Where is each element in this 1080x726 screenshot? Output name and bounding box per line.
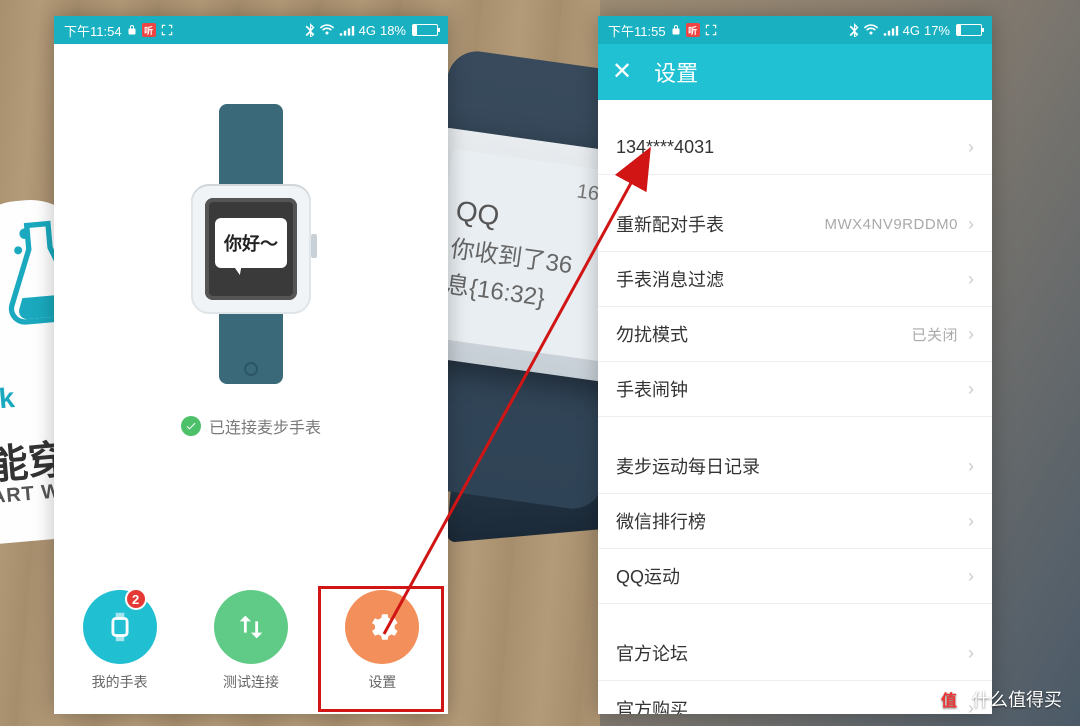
watch-preview-area: 你好～ 已连接麦步手表 xyxy=(54,44,448,476)
phone-screenshot-right: 下午11:55 听 4G 17% ✕ 设置 134****4031 › 重新配对… xyxy=(598,16,992,714)
nav-test-connection[interactable]: 测试连接 xyxy=(214,590,288,692)
chevron-right-icon: › xyxy=(968,269,974,290)
watermark-text: 什么值得买 xyxy=(972,686,1062,712)
chevron-right-icon: › xyxy=(968,137,974,158)
nav-settings[interactable]: 设置 xyxy=(345,590,419,692)
notification-badge: 2 xyxy=(125,588,147,610)
connection-text: 已连接麦步手表 xyxy=(209,414,321,438)
list-item-dnd[interactable]: 勿扰模式 已关闭 › xyxy=(598,307,992,362)
sync-icon xyxy=(214,590,288,664)
watermark-badge: 值 xyxy=(934,684,964,714)
watch-illustration: 你好～ xyxy=(181,104,321,384)
nav-my-watch[interactable]: 2 我的手表 xyxy=(83,590,157,692)
wifi-icon xyxy=(863,24,879,36)
chevron-right-icon: › xyxy=(968,456,974,477)
battery-percent: 17% xyxy=(924,23,950,38)
close-button[interactable]: ✕ xyxy=(612,60,632,84)
title-bar: ✕ 设置 xyxy=(598,44,992,100)
battery-icon xyxy=(956,24,982,36)
status-time: 下午11:54 xyxy=(64,21,122,40)
bottom-nav: 2 我的手表 测试连接 设置 xyxy=(54,574,448,714)
list-item-daily-record[interactable]: 麦步运动每日记录 › xyxy=(598,439,992,494)
connection-status: 已连接麦步手表 xyxy=(181,414,321,438)
nav-label: 我的手表 xyxy=(92,672,148,692)
chevron-right-icon: › xyxy=(968,511,974,532)
nav-label: 测试连接 xyxy=(223,672,279,692)
chevron-right-icon: › xyxy=(968,324,974,345)
list-item-wechat-rank[interactable]: 微信排行榜 › xyxy=(598,494,992,549)
watermark: 值 什么值得买 xyxy=(934,684,1062,714)
lock-icon xyxy=(126,24,138,36)
signal-type: 4G xyxy=(359,23,376,38)
fullscreen-icon xyxy=(160,23,174,37)
watch-bubble-text: 你好～ xyxy=(224,230,278,256)
list-item-repair[interactable]: 重新配对手表 MWX4NV9RDDM0 › xyxy=(598,197,992,252)
wifi-icon xyxy=(319,24,335,36)
chevron-right-icon: › xyxy=(968,214,974,235)
chevron-right-icon: › xyxy=(968,566,974,587)
battery-percent: 18% xyxy=(380,23,406,38)
settings-list: 134****4031 › 重新配对手表 MWX4NV9RDDM0 › 手表消息… xyxy=(598,100,992,714)
battery-icon xyxy=(412,24,438,36)
list-item-message-filter[interactable]: 手表消息过滤 › xyxy=(598,252,992,307)
lock-icon xyxy=(670,24,682,36)
gear-icon xyxy=(345,590,419,664)
page-title: 设置 xyxy=(654,56,698,88)
rec-icon: 听 xyxy=(686,23,700,37)
nav-label: 设置 xyxy=(368,672,396,692)
signal-icon xyxy=(883,24,899,36)
signal-icon xyxy=(339,24,355,36)
fullscreen-icon xyxy=(704,23,718,37)
list-item-qq-sport[interactable]: QQ运动 › xyxy=(598,549,992,604)
chevron-right-icon: › xyxy=(968,643,974,664)
status-bar: 下午11:55 听 4G 17% xyxy=(598,16,992,44)
list-item-buy[interactable]: 官方购买 › xyxy=(598,681,992,714)
list-item-account[interactable]: 134****4031 › xyxy=(598,120,992,175)
account-number: 134****4031 xyxy=(616,137,714,158)
phone-screenshot-left: 下午11:54 听 4G 18% 你好～ 已 xyxy=(54,16,448,714)
bluetooth-icon xyxy=(849,23,859,37)
signal-type: 4G xyxy=(903,23,920,38)
check-icon xyxy=(181,416,201,436)
status-bar: 下午11:54 听 4G 18% xyxy=(54,16,448,44)
bluetooth-icon xyxy=(305,23,315,37)
status-time: 下午11:55 xyxy=(608,21,666,40)
chevron-right-icon: › xyxy=(968,379,974,400)
list-item-forum[interactable]: 官方论坛 › xyxy=(598,626,992,681)
rec-icon: 听 xyxy=(142,23,156,37)
list-item-alarm[interactable]: 手表闹钟 › xyxy=(598,362,992,417)
